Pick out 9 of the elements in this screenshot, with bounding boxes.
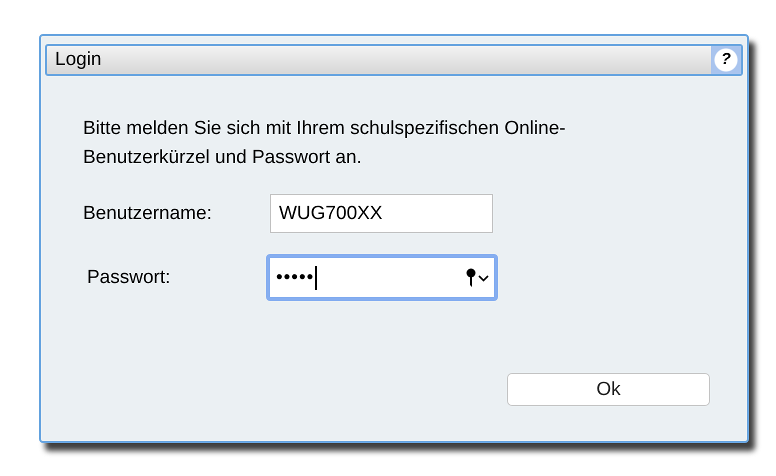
field-label: Passwort: <box>87 266 172 288</box>
key-icon[interactable] <box>465 268 489 288</box>
window-title: Login <box>55 49 102 71</box>
input-field[interactable]: WUG700XX <box>270 194 493 233</box>
ok-button[interactable]: Ok <box>507 373 710 406</box>
instruction-text: Bitte melden Sie sich mit Ihrem schulspezifischen Online-Benutzerkürzel und Passwort an. <box>83 117 567 170</box>
field-label: Benutzername: <box>83 202 213 224</box>
help-button[interactable]: ? <box>711 46 741 74</box>
password-field[interactable]: ••••• <box>266 254 498 301</box>
